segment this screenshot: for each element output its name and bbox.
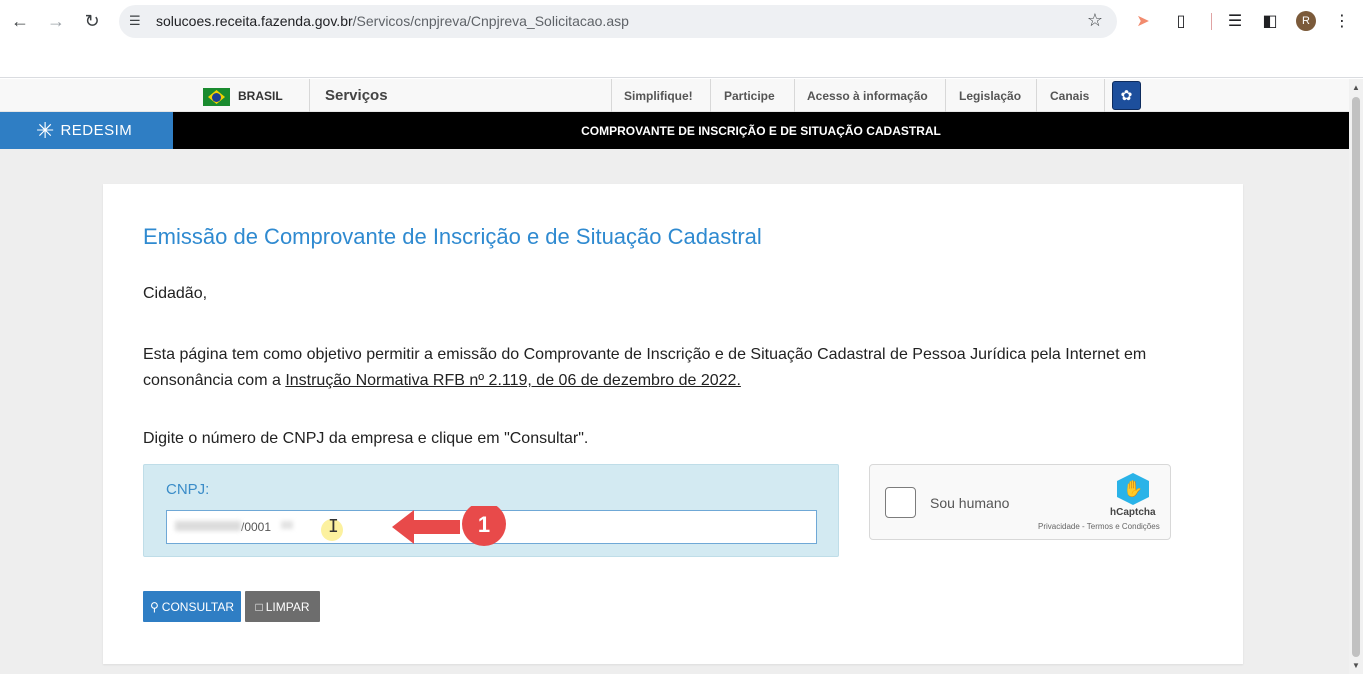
- divider: [945, 79, 946, 112]
- intro-paragraph: Esta página tem como objetivo permitir a…: [143, 342, 1163, 394]
- cnpj-value: /0001: [241, 520, 272, 534]
- divider: [710, 79, 711, 112]
- limpar-label: LIMPAR: [265, 599, 310, 614]
- hcaptcha-hand-icon: ✋: [1117, 473, 1149, 505]
- divider: [611, 79, 612, 112]
- profile-avatar[interactable]: R: [1296, 11, 1316, 31]
- kebab-menu-icon[interactable]: ⋮: [1331, 10, 1353, 32]
- cnpj-label: CNPJ:: [166, 481, 210, 498]
- profile-initial: R: [1302, 15, 1310, 27]
- redacted-digits: [281, 521, 293, 529]
- acesso-informacao-link[interactable]: Acesso à informação: [807, 89, 928, 103]
- captcha-label: Sou humano: [930, 495, 1010, 511]
- annotation-arrow: 1: [392, 506, 506, 546]
- back-arrow-icon[interactable]: ←: [7, 8, 33, 34]
- arrow-shape: [392, 510, 460, 544]
- redacted-digits: [175, 521, 241, 531]
- brasil-link[interactable]: BRASIL: [238, 89, 283, 103]
- participe-link[interactable]: Participe: [724, 89, 775, 103]
- simplifique-link[interactable]: Simplifique!: [624, 89, 693, 103]
- text-cursor-icon: I: [328, 516, 339, 537]
- scroll-thumb[interactable]: [1352, 97, 1360, 657]
- consultar-button[interactable]: ⚲ CONSULTAR: [143, 591, 241, 622]
- search-icon: ⚲: [149, 599, 159, 614]
- greeting-text: Cidadão,: [143, 285, 208, 302]
- accessibility-icon[interactable]: ✿: [1112, 81, 1141, 110]
- divider: [1036, 79, 1037, 112]
- hcaptcha-brand: hCaptcha: [1110, 507, 1156, 518]
- legislacao-link[interactable]: Legislação: [959, 89, 1021, 103]
- forward-arrow-icon[interactable]: →: [43, 8, 69, 34]
- divider: [1104, 79, 1105, 112]
- puzzle-extensions-icon[interactable]: ▯: [1170, 10, 1192, 32]
- header-title-text: COMPROVANTE DE INSCRIÇÃO E DE SITUAÇÃO C…: [581, 123, 941, 138]
- toolbar-divider: [1211, 13, 1212, 30]
- page-scrollbar[interactable]: ▲ ▼: [1349, 79, 1363, 674]
- divider: [794, 79, 795, 112]
- extension-icon[interactable]: ➤: [1132, 10, 1154, 32]
- captcha-links[interactable]: Privacidade - Termos e Condições: [1038, 522, 1160, 531]
- side-panel-icon[interactable]: ◧: [1259, 10, 1281, 32]
- canais-link[interactable]: Canais: [1050, 89, 1089, 103]
- site-info-icon[interactable]: ☰: [129, 13, 145, 29]
- redesim-mark-icon: ✳: [36, 117, 55, 143]
- page-header-title: COMPROVANTE DE INSCRIÇÃO E DE SITUAÇÃO C…: [173, 112, 1349, 149]
- browser-toolbar: ← → ↻ ☰ solucoes.receita.fazenda.gov.br/…: [0, 0, 1363, 78]
- captcha-checkbox[interactable]: [885, 487, 916, 518]
- instrucao-normativa-link[interactable]: Instrução Normativa RFB nº 2.119, de 06 …: [285, 372, 741, 389]
- redesim-logo[interactable]: ✳ REDESIM: [0, 112, 173, 149]
- servicos-link[interactable]: Serviços: [325, 87, 388, 104]
- address-bar[interactable]: ☰ solucoes.receita.fazenda.gov.br/Servic…: [119, 5, 1117, 38]
- gov-bar: BRASIL Serviços Simplifique! Participe A…: [0, 79, 1349, 112]
- limpar-button[interactable]: □ LIMPAR: [245, 591, 320, 622]
- bookmark-star-icon[interactable]: ☆: [1087, 10, 1103, 31]
- consultar-label: CONSULTAR: [161, 599, 235, 614]
- brazil-flag-icon[interactable]: [203, 88, 230, 106]
- hcaptcha-widget: Sou humano ✋ hCaptcha Privacidade - Term…: [869, 464, 1171, 540]
- scroll-down-icon[interactable]: ▼: [1352, 661, 1360, 670]
- reading-list-icon[interactable]: ☰: [1224, 10, 1246, 32]
- document-icon: □: [255, 599, 263, 614]
- annotation-number: 1: [478, 512, 490, 537]
- divider: [309, 79, 310, 112]
- reload-icon[interactable]: ↻: [79, 8, 105, 34]
- page-title: Emissão de Comprovante de Inscrição e de…: [143, 224, 762, 249]
- scroll-up-icon[interactable]: ▲: [1352, 83, 1360, 92]
- instruction-text: Digite o número de CNPJ da empresa e cli…: [143, 430, 589, 447]
- url-text[interactable]: solucoes.receita.fazenda.gov.br/Servicos…: [156, 13, 629, 29]
- content-card: Emissão de Comprovante de Inscrição e de…: [103, 184, 1243, 664]
- redesim-logo-text: REDESIM: [60, 122, 133, 139]
